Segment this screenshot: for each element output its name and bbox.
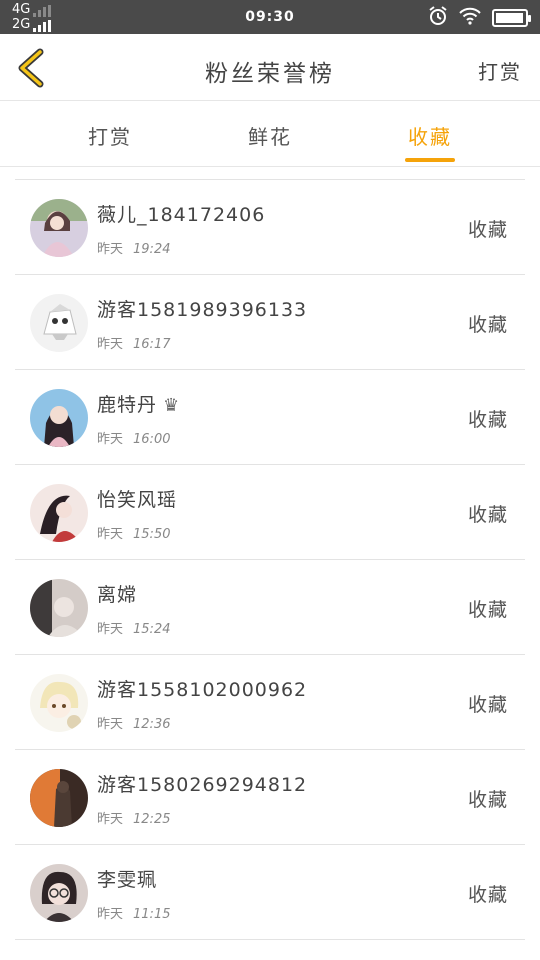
timestamp: 昨天 12:36	[97, 713, 170, 732]
avatar	[30, 484, 88, 542]
avatar	[30, 864, 88, 922]
battery-level	[496, 13, 523, 23]
favorite-label: 收藏	[467, 789, 508, 811]
favorite-label: 收藏	[467, 314, 508, 336]
timestamp: 昨天 11:15	[97, 903, 170, 922]
avatar	[30, 294, 88, 352]
timestamp-time: 12:25	[133, 812, 171, 827]
wifi-icon	[458, 7, 482, 29]
list-item[interactable]: 怡笑风瑶 昨天 15:50 收藏	[0, 465, 540, 560]
timestamp: 昨天 12:25	[97, 808, 170, 827]
favorite-label: 收藏	[467, 599, 508, 621]
page-title: 粉丝荣誉榜	[205, 61, 335, 87]
list-item[interactable]: 薇儿_184172406 昨天 19:24 收藏	[0, 180, 540, 275]
timestamp-day: 昨天	[97, 622, 124, 637]
favorite-label: 收藏	[467, 409, 508, 431]
timestamp: 昨天 16:00	[97, 428, 170, 447]
timestamp-day: 昨天	[97, 527, 124, 542]
crown-icon: ♛	[163, 395, 181, 416]
timestamp-day: 昨天	[97, 432, 124, 447]
timestamp-day: 昨天	[97, 812, 124, 827]
tab-bar: 打赏 鲜花 收藏	[0, 101, 540, 167]
avatar	[30, 769, 88, 827]
timestamp-time: 16:17	[133, 337, 171, 352]
fan-list: 薇儿_184172406 昨天 19:24 收藏 游客1581989396133 …	[0, 180, 540, 940]
user-name: 游客1558102000962	[97, 679, 308, 701]
user-name: 李雯珮	[97, 869, 158, 891]
timestamp: 昨天 19:24	[97, 238, 170, 257]
list-item[interactable]: 离嫦 昨天 15:24 收藏	[0, 560, 540, 655]
active-tab-indicator	[405, 158, 455, 162]
list-item[interactable]: 游客1580269294812 昨天 12:25 收藏	[0, 750, 540, 845]
timestamp-day: 昨天	[97, 907, 124, 922]
reward-button[interactable]: 打赏	[478, 56, 522, 85]
user-name-text: 鹿特丹	[97, 394, 158, 416]
timestamp: 昨天 15:24	[97, 618, 170, 637]
favorite-label: 收藏	[467, 219, 508, 241]
avatar	[30, 199, 88, 257]
timestamp-time: 11:15	[133, 907, 171, 922]
timestamp-time: 19:24	[133, 242, 171, 257]
timestamp-time: 16:00	[133, 432, 171, 447]
tab-favorites[interactable]: 收藏	[408, 121, 452, 150]
timestamp-day: 昨天	[97, 337, 124, 352]
user-name: 怡笑风瑶	[97, 489, 178, 511]
favorite-label: 收藏	[467, 504, 508, 526]
user-name: 薇儿_184172406	[97, 204, 266, 226]
timestamp-day: 昨天	[97, 717, 124, 732]
user-name: 离嫦	[97, 584, 138, 606]
timestamp-day: 昨天	[97, 242, 124, 257]
timestamp: 昨天 16:17	[97, 333, 170, 352]
list-item[interactable]: 鹿特丹 ♛ 昨天 16:00 收藏	[0, 370, 540, 465]
list-item[interactable]: 游客1558102000962 昨天 12:36 收藏	[0, 655, 540, 750]
favorite-label: 收藏	[467, 694, 508, 716]
list-item[interactable]: 游客1581989396133 昨天 16:17 收藏	[0, 275, 540, 370]
timestamp-time: 15:50	[133, 527, 171, 542]
user-name: 游客1581989396133	[97, 299, 308, 321]
list-item[interactable]: 李雯珮 昨天 11:15 收藏	[0, 845, 540, 940]
battery-icon	[492, 9, 531, 27]
avatar	[30, 389, 88, 447]
timestamp: 昨天 15:50	[97, 523, 170, 542]
tab-flowers[interactable]: 鲜花	[248, 121, 292, 150]
timestamp-time: 15:24	[133, 622, 171, 637]
timestamp-time: 12:36	[133, 717, 171, 732]
avatar	[30, 674, 88, 732]
top-bar: 粉丝荣誉榜 打赏	[0, 34, 540, 101]
user-name: 游客1580269294812	[97, 774, 308, 796]
avatar	[30, 579, 88, 637]
favorite-label: 收藏	[467, 884, 508, 906]
tab-reward[interactable]: 打赏	[88, 121, 132, 150]
status-bar: 4G 2G 09:30	[0, 0, 540, 34]
alarm-icon	[428, 6, 448, 30]
user-name: 鹿特丹 ♛	[97, 390, 180, 417]
